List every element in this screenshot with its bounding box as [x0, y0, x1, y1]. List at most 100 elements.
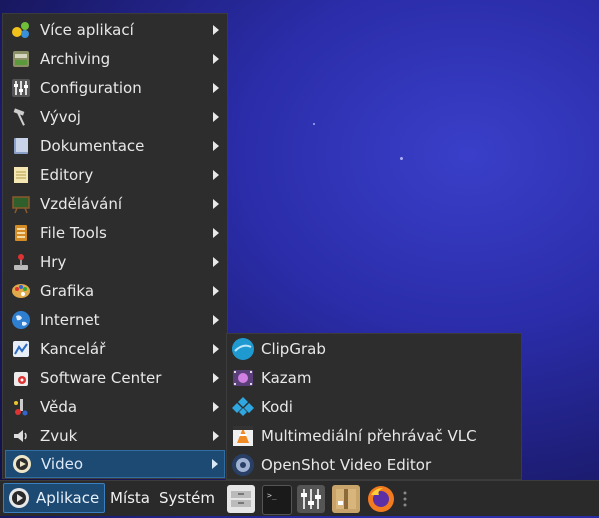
- archive-box-icon: [336, 489, 356, 509]
- submenu-item-label: Kazam: [261, 369, 312, 387]
- menu-item-label: Archiving: [40, 50, 111, 68]
- chevron-right-icon: [213, 141, 219, 151]
- chevron-right-icon: [213, 54, 219, 64]
- software-center-icon: [10, 367, 32, 389]
- menu-item-software-center[interactable]: Software Center: [5, 364, 225, 392]
- office-icon: [10, 338, 32, 360]
- menu-item-label: Editory: [40, 166, 94, 184]
- palette-icon: [10, 280, 32, 302]
- firefox-launcher[interactable]: [367, 485, 395, 513]
- menu-item-archiving[interactable]: Archiving: [5, 45, 225, 73]
- submenu-item-vlc[interactable]: Multimediální přehrávač VLC: [229, 422, 519, 450]
- system-menu-button[interactable]: Systém: [159, 489, 215, 507]
- menu-item-games[interactable]: Hry: [5, 248, 225, 276]
- chevron-right-icon: [213, 228, 219, 238]
- submenu-item-openshot[interactable]: OpenShot Video Editor: [229, 451, 519, 479]
- menu-item-education[interactable]: Vzdělávání: [5, 190, 225, 218]
- taskbar: Aplikace Místa Systém >_: [0, 480, 599, 516]
- more-apps-icon: [10, 19, 32, 41]
- archive-icon: [10, 48, 32, 70]
- chevron-right-icon: [213, 431, 219, 441]
- menu-item-label: Kancelář: [40, 340, 106, 358]
- chevron-right-icon: [212, 459, 218, 469]
- science-icon: [10, 396, 32, 418]
- menu-item-documentation[interactable]: Dokumentace: [5, 132, 225, 160]
- kazam-icon: [231, 366, 255, 390]
- submenu-item-label: OpenShot Video Editor: [261, 456, 432, 474]
- chevron-right-icon: [213, 344, 219, 354]
- submenu-item-kazam[interactable]: Kazam: [229, 364, 519, 392]
- submenu-item-label: ClipGrab: [261, 340, 326, 358]
- submenu-item-clipgrab[interactable]: ClipGrab: [229, 335, 519, 363]
- menu-item-video[interactable]: Video: [5, 450, 225, 478]
- menu-item-label: Vzdělávání: [40, 195, 122, 213]
- notepad-icon: [10, 164, 32, 186]
- applications-icon: [8, 487, 30, 509]
- menu-item-configuration[interactable]: Configuration: [5, 74, 225, 102]
- vlc-icon: [231, 424, 255, 448]
- chevron-right-icon: [213, 257, 219, 267]
- menu-item-label: Grafika: [40, 282, 95, 300]
- settings-launcher[interactable]: [297, 485, 325, 513]
- terminal-launcher[interactable]: >_: [262, 485, 292, 515]
- sliders-icon: [10, 77, 32, 99]
- chevron-right-icon: [213, 315, 219, 325]
- applications-menu: Více aplikací Archiving Configuration Vý…: [2, 13, 228, 479]
- chevron-right-icon: [213, 199, 219, 209]
- background-star: [400, 157, 403, 160]
- menu-item-graphics[interactable]: Grafika: [5, 277, 225, 305]
- chevron-right-icon: [213, 286, 219, 296]
- terminal-icon: >_: [267, 491, 277, 500]
- svg-text:>_: >_: [267, 491, 277, 500]
- background-star: [313, 123, 315, 125]
- openshot-icon: [231, 453, 255, 477]
- applications-menu-button[interactable]: Aplikace: [3, 483, 105, 513]
- chevron-right-icon: [213, 402, 219, 412]
- overflow-dots-icon[interactable]: [403, 490, 407, 508]
- menu-item-office[interactable]: Kancelář: [5, 335, 225, 363]
- menu-item-file-tools[interactable]: File Tools: [5, 219, 225, 247]
- menu-item-label: Configuration: [40, 79, 142, 97]
- chevron-right-icon: [213, 170, 219, 180]
- menu-item-label: Dokumentace: [40, 137, 145, 155]
- places-menu-button[interactable]: Místa: [110, 489, 150, 507]
- book-icon: [10, 135, 32, 157]
- file-tools-icon: [10, 222, 32, 244]
- speaker-icon: [10, 425, 32, 447]
- menu-item-development[interactable]: Vývoj: [5, 103, 225, 131]
- menu-item-label: Zvuk: [40, 427, 78, 445]
- submenu-item-kodi[interactable]: Kodi: [229, 393, 519, 421]
- archive-manager-launcher[interactable]: [332, 485, 360, 513]
- menu-item-sound[interactable]: Zvuk: [5, 422, 225, 450]
- submenu-item-label: Multimediální přehrávač VLC: [261, 427, 477, 445]
- video-icon: [11, 453, 33, 475]
- sliders-icon: [301, 489, 321, 509]
- firefox-icon: [368, 486, 394, 512]
- joystick-icon: [10, 251, 32, 273]
- menu-item-label: Vývoj: [40, 108, 81, 126]
- menu-item-label: Více aplikací: [40, 21, 134, 39]
- menu-item-label: Věda: [40, 398, 78, 416]
- globe-icon: [10, 309, 32, 331]
- menu-item-label: Software Center: [40, 369, 162, 387]
- menu-item-editors[interactable]: Editory: [5, 161, 225, 189]
- menu-item-internet[interactable]: Internet: [5, 306, 225, 334]
- menu-item-label: Internet: [40, 311, 100, 329]
- file-manager-launcher[interactable]: [227, 485, 255, 513]
- menu-item-label: File Tools: [40, 224, 107, 242]
- submenu-item-label: Kodi: [261, 398, 293, 416]
- hammer-icon: [10, 106, 32, 128]
- menu-item-science[interactable]: Věda: [5, 393, 225, 421]
- chevron-right-icon: [213, 373, 219, 383]
- clipgrab-icon: [231, 337, 255, 361]
- drawer-icon: [231, 491, 251, 507]
- menu-item-label: Video: [41, 455, 84, 473]
- kodi-icon: [231, 395, 255, 419]
- menu-item-more-apps[interactable]: Více aplikací: [5, 16, 225, 44]
- video-submenu: ClipGrab Kazam Kodi Multimediální přehrá…: [226, 333, 522, 480]
- chevron-right-icon: [213, 25, 219, 35]
- menu-item-label: Hry: [40, 253, 67, 271]
- applications-label: Aplikace: [36, 489, 100, 507]
- chevron-right-icon: [213, 112, 219, 122]
- chevron-right-icon: [213, 83, 219, 93]
